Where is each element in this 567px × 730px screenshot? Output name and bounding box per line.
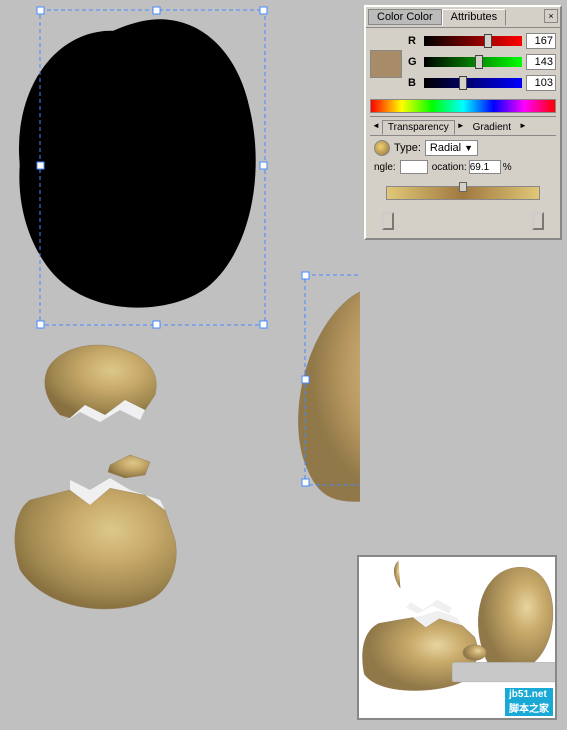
rainbow-bar[interactable]	[370, 99, 556, 113]
panel-divider	[370, 116, 556, 117]
g-value[interactable]: 143	[526, 54, 556, 70]
gradient-right-handle[interactable]	[532, 212, 544, 230]
r-value[interactable]: 167	[526, 33, 556, 49]
tab-color[interactable]: Color Color	[368, 9, 442, 25]
sub-tab-gradient[interactable]: Gradient	[467, 120, 517, 135]
location-label: ocation:	[432, 162, 467, 173]
b-label: B	[408, 77, 420, 89]
location-unit: %	[503, 162, 512, 173]
r-slider-thumb[interactable]	[484, 34, 492, 48]
watermark-subtext: 脚本之家	[509, 700, 549, 715]
sub-tab-right-arrow[interactable]: ►	[455, 120, 467, 135]
sub-tab-right-arrow2[interactable]: ►	[517, 120, 529, 135]
sub-tab-left-arrow[interactable]: ◄	[370, 120, 382, 135]
type-label: Type:	[394, 142, 421, 154]
tab-attributes[interactable]: Attributes	[442, 9, 506, 26]
location-input[interactable]	[469, 160, 501, 174]
thumbnail-box: jb51.net 脚本之家	[357, 555, 557, 720]
g-slider-thumb[interactable]	[475, 55, 483, 69]
type-row: Type: Radial ▼	[374, 140, 552, 156]
angle-location-row: ngle: ocation: %	[374, 160, 552, 174]
g-slider-row: G 143	[408, 53, 556, 71]
gradient-center-handle[interactable]	[459, 182, 467, 192]
gradient-end-handles-row	[374, 212, 552, 230]
thumbnail-content: jb51.net 脚本之家	[359, 557, 555, 718]
color-swatch-row: R 167 G 143 B	[370, 32, 556, 95]
r-label: R	[408, 35, 420, 47]
type-dropdown[interactable]: Radial ▼	[425, 140, 478, 156]
gradient-slider-area	[374, 178, 552, 208]
b-slider-row: B 103	[408, 74, 556, 92]
sub-panel: ◄ Transparency ► Gradient ► Type: Radial…	[370, 120, 556, 234]
b-value[interactable]: 103	[526, 75, 556, 91]
angle-label: ngle:	[374, 162, 396, 173]
b-slider-thumb[interactable]	[459, 76, 467, 90]
r-slider-track	[424, 36, 522, 46]
rgb-sliders: R 167 G 143 B	[408, 32, 556, 95]
gradient-left-handle[interactable]	[382, 212, 394, 230]
dropdown-arrow-icon: ▼	[464, 143, 473, 153]
g-label: G	[408, 56, 420, 68]
r-slider-row: R 167	[408, 32, 556, 50]
watermark: jb51.net 脚本之家	[505, 688, 553, 716]
angle-input[interactable]	[400, 160, 428, 174]
sub-panel-tabs: ◄ Transparency ► Gradient ►	[370, 120, 556, 136]
watermark-site: jb51.net	[509, 689, 549, 700]
sub-tab-transparency[interactable]: Transparency	[382, 120, 455, 135]
panel-body: R 167 G 143 B	[366, 28, 560, 238]
color-panel: Color Color Attributes × R 167	[364, 5, 562, 240]
black-egg-shape	[19, 19, 255, 307]
gradient-type-icon	[374, 140, 390, 156]
color-swatch[interactable]	[370, 50, 402, 78]
g-slider-track	[424, 57, 522, 67]
close-button[interactable]: ×	[544, 9, 558, 23]
b-slider-track	[424, 78, 522, 88]
black-egg-selection	[40, 10, 265, 325]
panel-titlebar: Color Color Attributes ×	[366, 7, 560, 28]
gradient-section: Type: Radial ▼ ngle: ocation: %	[370, 136, 556, 234]
